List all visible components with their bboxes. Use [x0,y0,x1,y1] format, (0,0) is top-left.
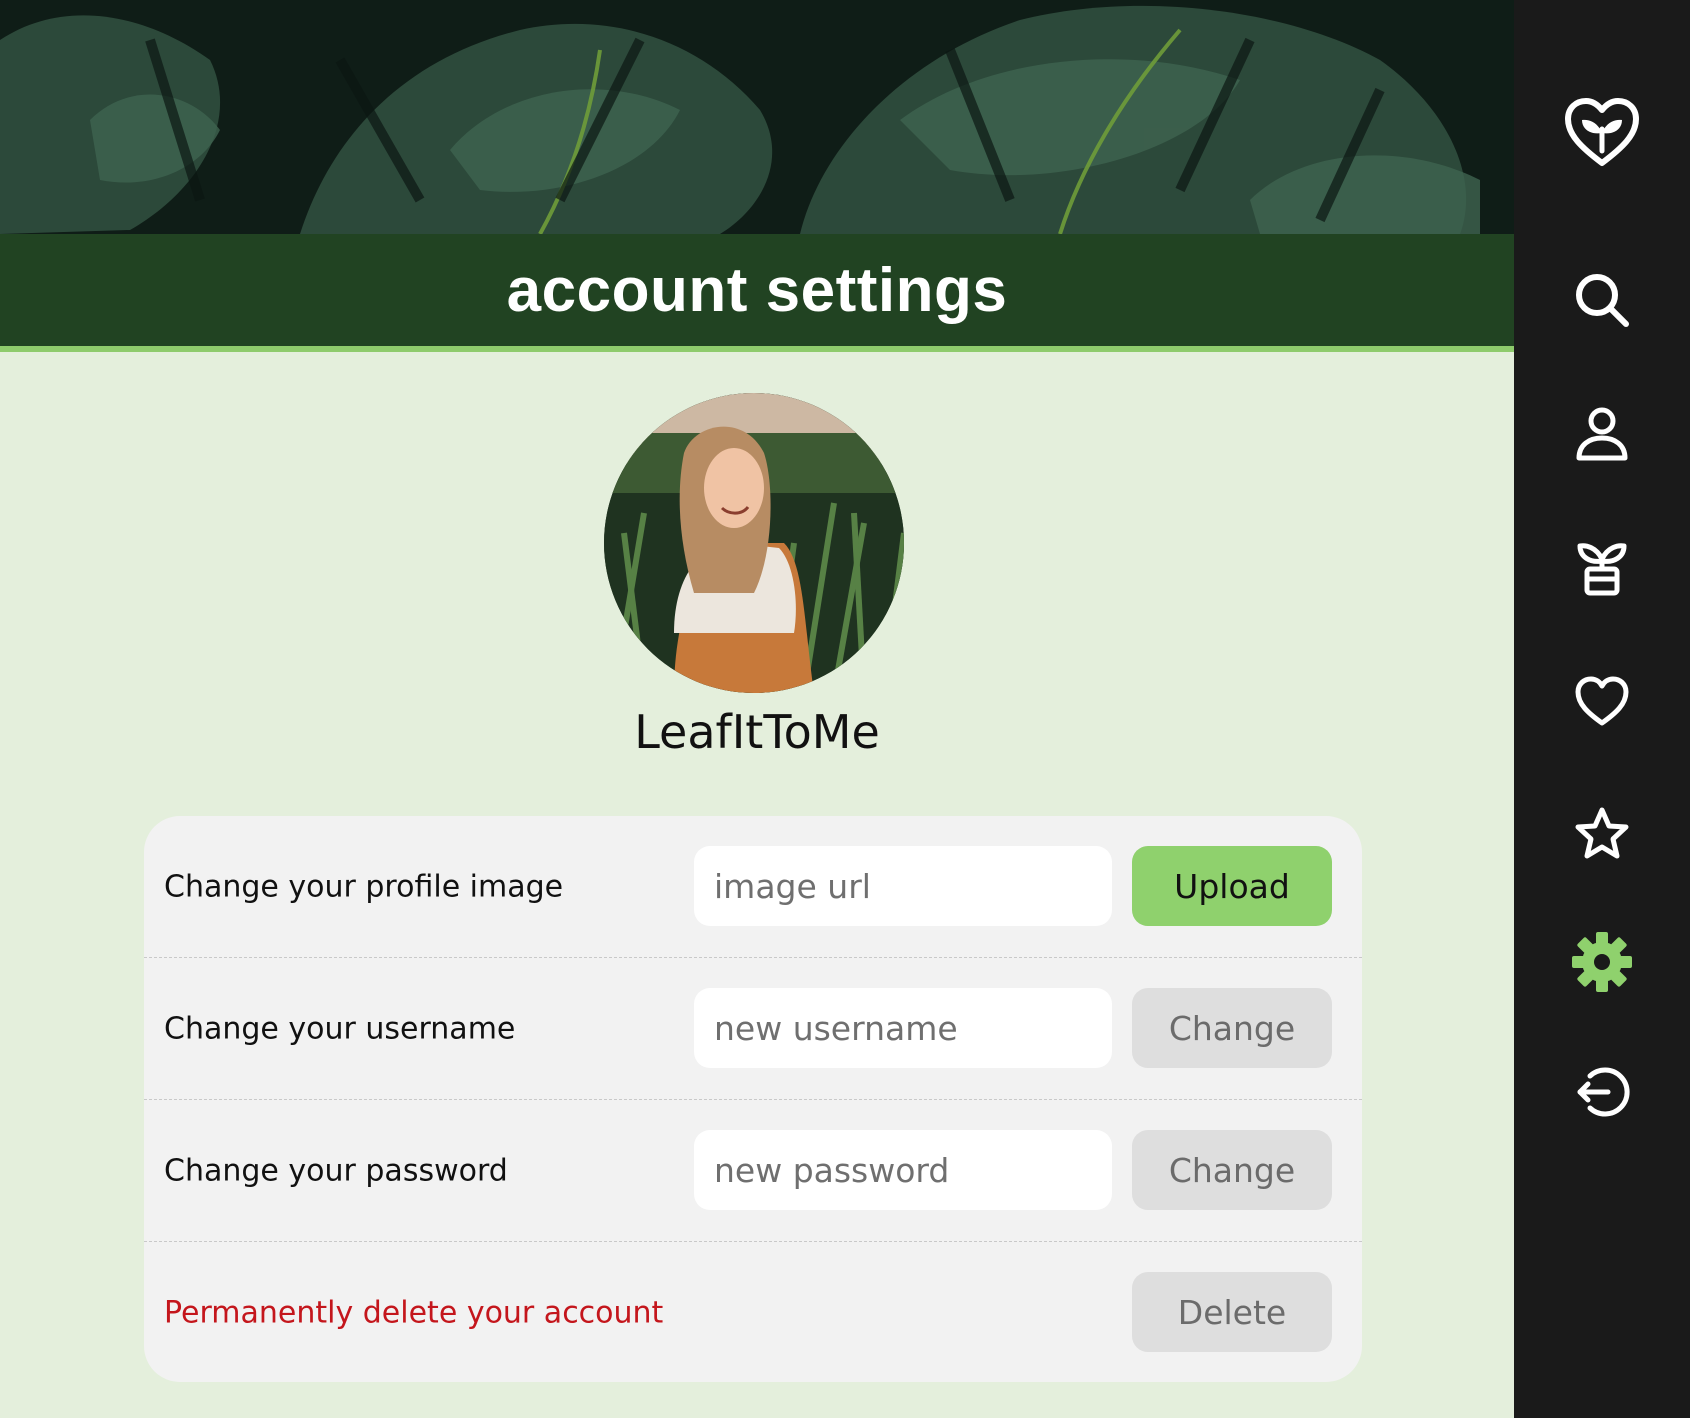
search-icon [1576,274,1629,327]
avatar [604,393,904,693]
profile-image-label: Change your profile image [164,869,564,904]
username-label: Change your username [164,1011,516,1046]
main-content: account settings LeafItToMe Change your … [0,0,1514,1418]
sidebar-item-logout[interactable] [1557,1047,1647,1137]
sidebar-item-home[interactable] [1557,88,1647,178]
new-password-input[interactable] [694,1130,1112,1210]
settings-row-delete-account: Permanently delete your account Delete [144,1242,1362,1382]
leaf-heart-logo-icon [1565,98,1639,166]
settings-card: Change your profile image Upload Change … [144,816,1362,1382]
sidebar-item-plants[interactable] [1557,522,1647,612]
page-title: account settings [506,255,1008,325]
star-icon [1575,807,1629,859]
change-username-button[interactable]: Change [1132,988,1332,1068]
user-icon [1576,407,1628,461]
logout-icon [1577,1067,1630,1117]
sidebar-item-settings[interactable] [1557,917,1647,1007]
heart-icon [1575,676,1629,726]
sidebar-item-favorites[interactable] [1557,656,1647,746]
sidebar-item-profile[interactable] [1557,389,1647,479]
gear-icon [1572,932,1632,992]
sidebar-item-search[interactable] [1557,255,1647,345]
page-header: account settings [0,234,1514,352]
profile-username: LeafItToMe [634,705,880,759]
settings-row-username: Change your username Change [144,958,1362,1100]
plant-pot-icon [1577,543,1627,596]
settings-row-password: Change your password Change [144,1100,1362,1242]
delete-account-button[interactable]: Delete [1132,1272,1332,1352]
sidebar-nav [1514,0,1690,1418]
sidebar-item-starred[interactable] [1557,789,1647,879]
leaf-banner-image [0,0,1514,234]
upload-button[interactable]: Upload [1132,846,1332,926]
new-username-input[interactable] [694,988,1112,1068]
delete-account-label: Permanently delete your account [164,1295,664,1330]
image-url-input[interactable] [694,846,1112,926]
settings-row-profile-image: Change your profile image Upload [144,816,1362,958]
password-label: Change your password [164,1153,508,1188]
change-password-button[interactable]: Change [1132,1130,1332,1210]
